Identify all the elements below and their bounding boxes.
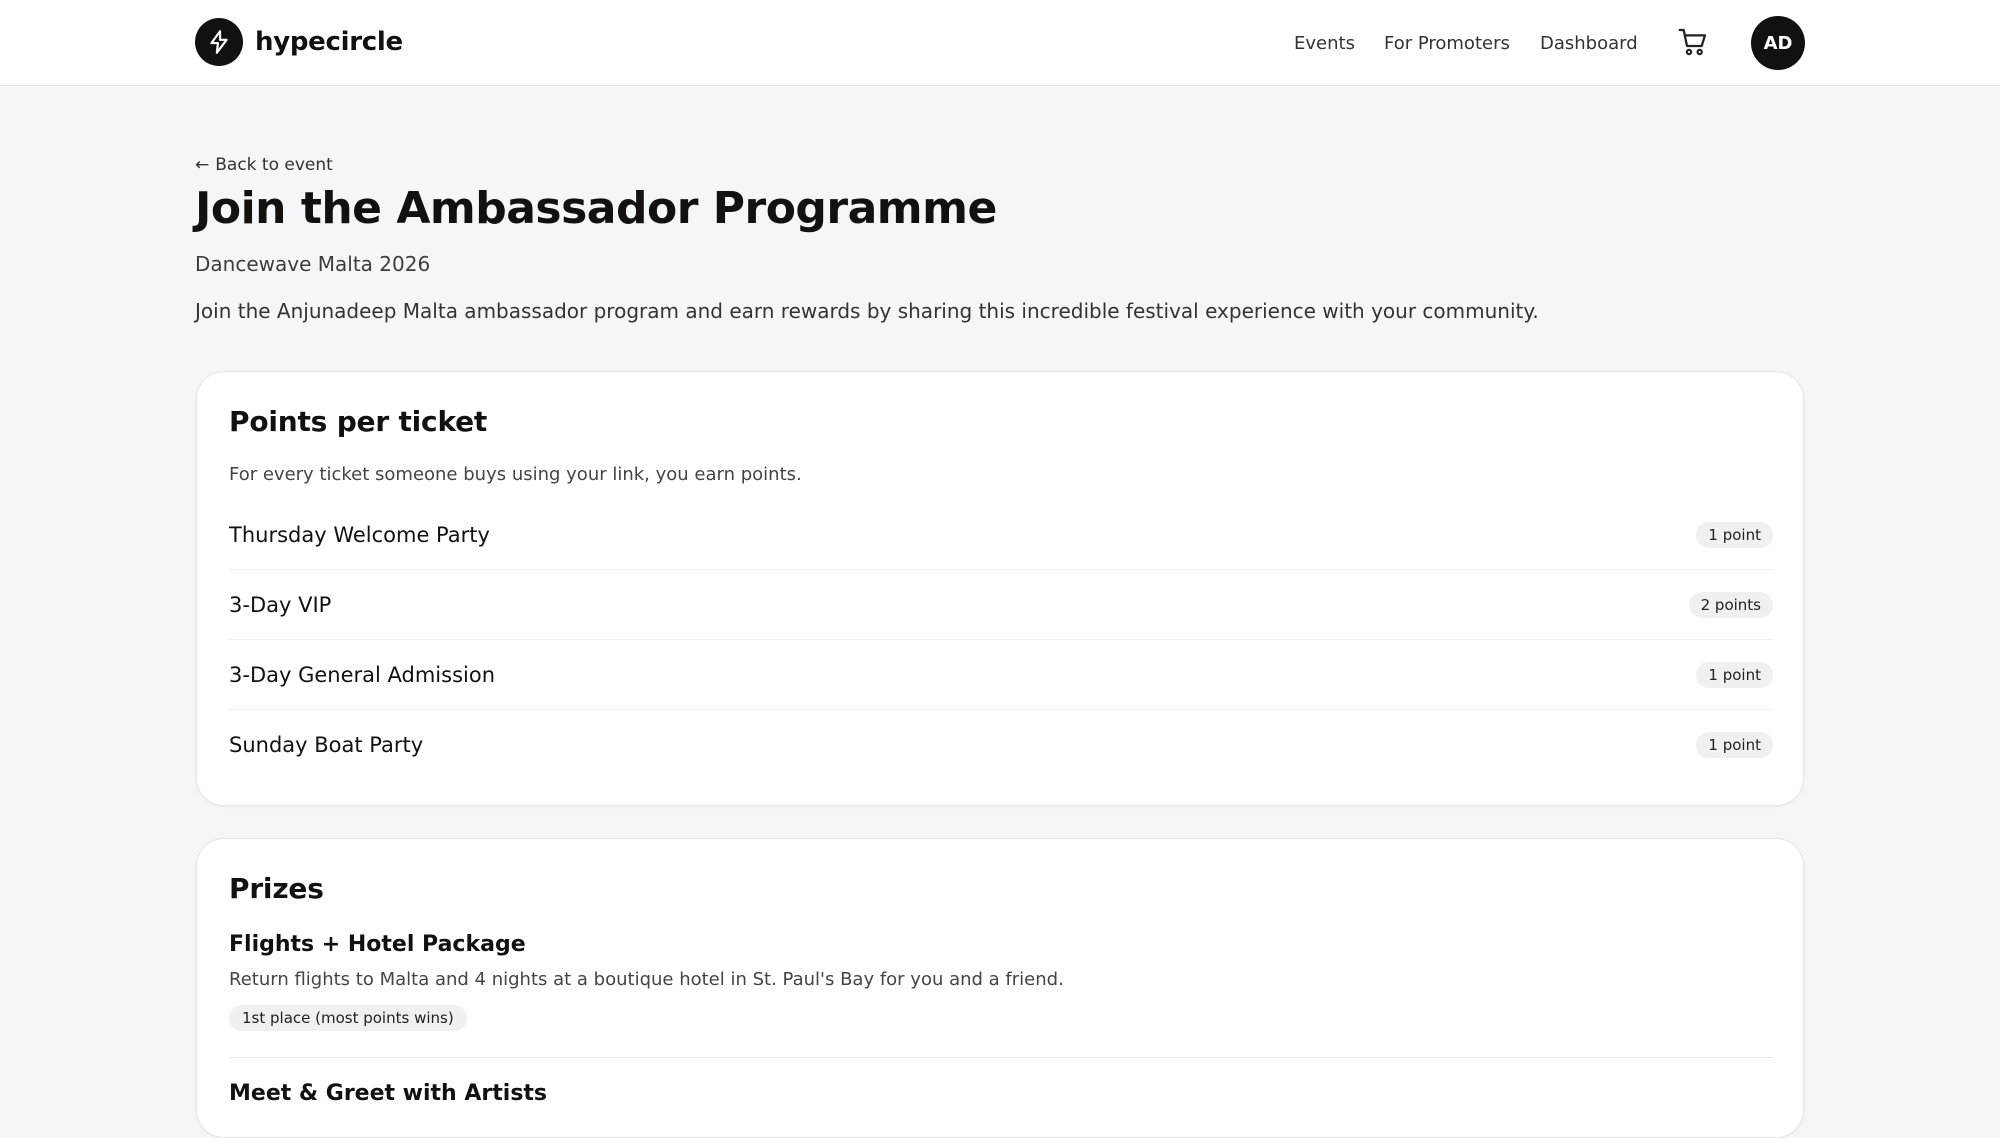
prize-divider [229,1057,1773,1058]
points-badge: 2 points [1688,591,1773,618]
avatar-initials: AD [1763,32,1793,54]
back-to-event-label: Back to event [215,155,333,175]
points-card-description: For every ticket someone buys using your… [229,464,802,485]
points-badge: 1 point [1696,732,1773,758]
cart-icon[interactable] [1677,26,1709,58]
points-badge: 1 point [1696,661,1773,688]
programme-description: Join the Anjunadeep Malta ambassador pro… [195,299,1539,323]
prize-item: Flights + Hotel Package Return flights t… [229,932,1773,1031]
ticket-name: 3-Day VIP [229,592,332,617]
back-to-event-link[interactable]: ← Back to event [195,155,333,175]
nav-for-promoters-label[interactable]: For Promoters [1384,33,1510,54]
ticket-name: Thursday Welcome Party [229,522,490,547]
arrow-left-icon: ← [195,155,210,175]
ticket-name: 3-Day General Admission [229,662,496,687]
prize-rank-badge: 1st place (most points wins) [229,1005,467,1031]
bolt-icon [195,18,243,66]
nav-dashboard[interactable]: Dashboard [1540,0,1638,86]
nav-events[interactable]: Events [1294,0,1355,86]
top-nav-bar: hypecircle Events For Promoters Dashboar… [0,0,2000,86]
points-badge: 1 point [1696,521,1773,548]
prize-description: Return flights to Malta and 4 nights at … [229,969,1064,990]
ticket-row: Thursday Welcome Party 1 point [229,500,1773,570]
logo-text: hypecircle [255,27,403,57]
prize-name: Flights + Hotel Package [229,932,526,957]
ticket-points-list: Thursday Welcome Party 1 point 3-Day VIP… [229,500,1773,780]
prizes-card: Prizes Flights + Hotel Package Return fl… [196,838,1804,1138]
nav-events-label[interactable]: Events [1294,33,1355,54]
prizes-card-title: Prizes [229,872,324,905]
ticket-row: Sunday Boat Party 1 point [229,710,1773,780]
avatar[interactable]: AD [1751,16,1805,70]
page-title: Join the Ambassador Programme [195,183,997,234]
ticket-name: Sunday Boat Party [229,733,424,757]
nav-for-promoters[interactable]: For Promoters [1384,0,1510,86]
ticket-row: 3-Day General Admission 1 point [229,640,1773,710]
points-per-ticket-card: Points per ticket For every ticket someo… [196,371,1804,806]
ticket-row: 3-Day VIP 2 points [229,570,1773,640]
logo[interactable]: hypecircle [195,18,403,66]
nav-dashboard-label[interactable]: Dashboard [1540,33,1638,54]
event-name: Dancewave Malta 2026 [195,252,431,276]
points-card-title: Points per ticket [229,405,488,438]
